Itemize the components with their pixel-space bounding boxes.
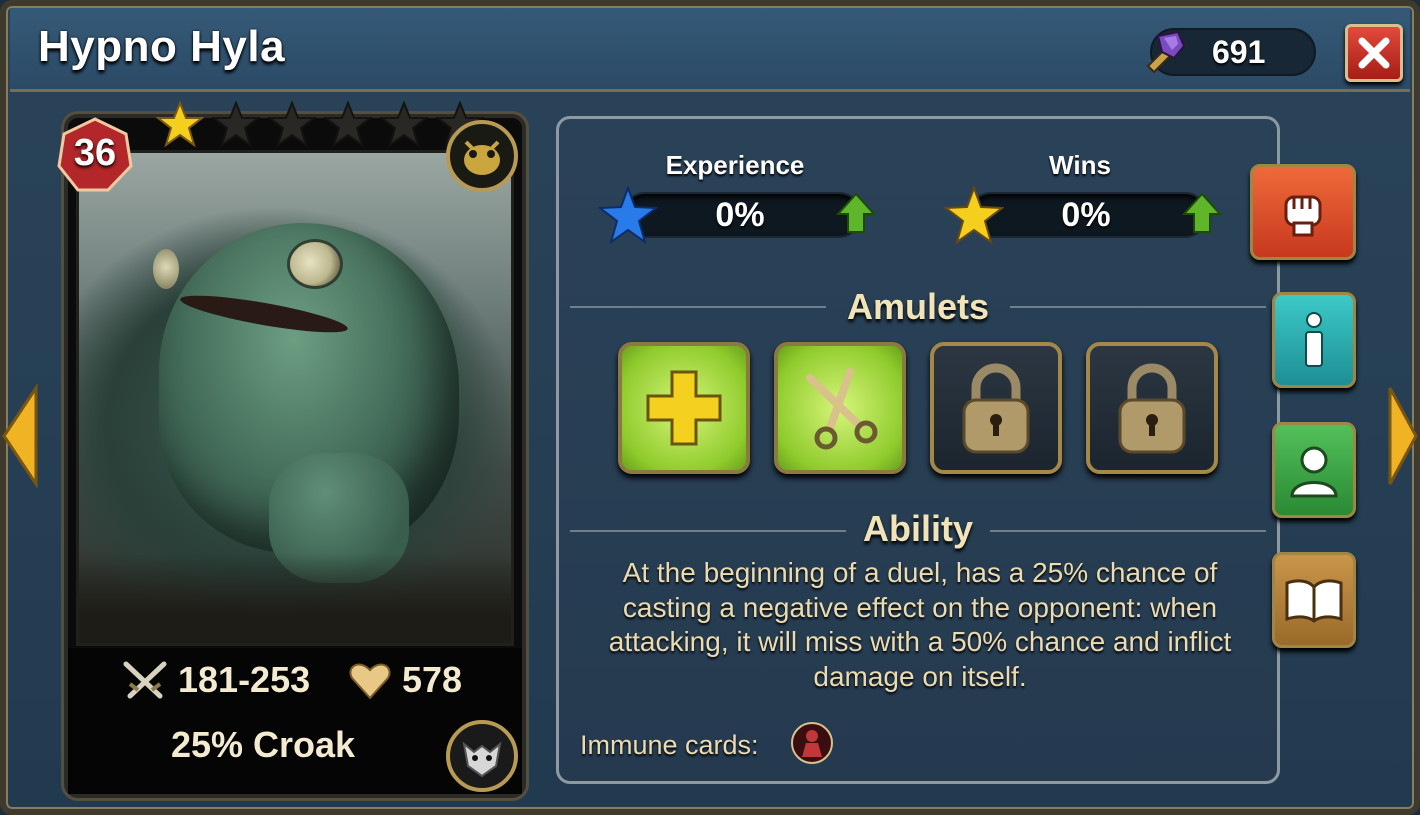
plus-icon [646, 370, 722, 446]
toad-eye [287, 239, 343, 289]
toad-faction-icon [446, 120, 518, 192]
purple-hammer-icon [1146, 30, 1186, 74]
tab-info[interactable] [1272, 292, 1356, 388]
divider [1010, 306, 1266, 308]
tab-character[interactable] [1272, 422, 1356, 518]
heart-icon [349, 663, 391, 700]
next-card-arrow[interactable] [1386, 384, 1420, 488]
experience-upgrade-arrow-icon[interactable] [836, 192, 876, 234]
star-empty-icon [380, 100, 428, 148]
amulet-slot-remove[interactable] [774, 342, 906, 474]
scissors-icon [806, 368, 878, 450]
wins-value: 0% [1061, 196, 1111, 234]
card-level: 36 [73, 132, 117, 174]
wins-upgrade-arrow-icon[interactable] [1182, 192, 1222, 234]
wins-label: Wins [1049, 150, 1111, 180]
star-filled-icon [156, 100, 204, 148]
close-button[interactable] [1345, 24, 1403, 82]
toad-eye [153, 249, 179, 289]
padlock-icon [962, 363, 1030, 454]
character-icon [1290, 446, 1338, 498]
star-empty-icon [212, 100, 260, 148]
star-empty-icon [268, 100, 316, 148]
book-icon [1285, 579, 1343, 623]
amulets-title: Amulets [846, 286, 990, 327]
attack-stat: 181-253 [122, 659, 311, 700]
star-empty-icon [324, 100, 372, 148]
card-title: Hypno Hyla [38, 22, 286, 71]
amulet-slot-locked[interactable] [1086, 342, 1218, 474]
divider [570, 530, 846, 532]
tab-lore[interactable] [1272, 552, 1356, 648]
star-rating [156, 100, 484, 148]
amulet-slot-add[interactable] [618, 342, 750, 474]
health-value: 578 [402, 659, 463, 700]
gold-star-icon [944, 186, 1004, 244]
beast-skull-icon [446, 720, 518, 792]
blue-star-icon [598, 186, 658, 244]
experience-label: Experience [665, 150, 805, 180]
immune-card-icon[interactable] [790, 721, 834, 765]
health-stat: 578 [348, 659, 463, 700]
tab-fight[interactable] [1250, 164, 1356, 260]
currency-value: 691 [1212, 34, 1266, 70]
padlock-icon [1118, 363, 1186, 454]
ability-summary: 25% Croak [170, 724, 356, 765]
ability-title: Ability [862, 508, 973, 549]
close-icon [1358, 37, 1390, 69]
experience-value: 0% [715, 196, 765, 234]
ability-description: At the beginning of a duel, has a 25% ch… [608, 557, 1232, 692]
immune-cards-label: Immune cards: [580, 730, 759, 760]
crossed-swords-icon [123, 661, 167, 699]
amulet-slot-locked[interactable] [930, 342, 1062, 474]
swamp-ground [79, 553, 511, 643]
fist-icon [1284, 195, 1322, 237]
creature-artwork [76, 150, 514, 646]
divider [570, 306, 826, 308]
attack-value: 181-253 [178, 659, 311, 700]
info-icon [1305, 312, 1323, 367]
divider [990, 530, 1266, 532]
previous-card-arrow[interactable] [0, 384, 40, 488]
